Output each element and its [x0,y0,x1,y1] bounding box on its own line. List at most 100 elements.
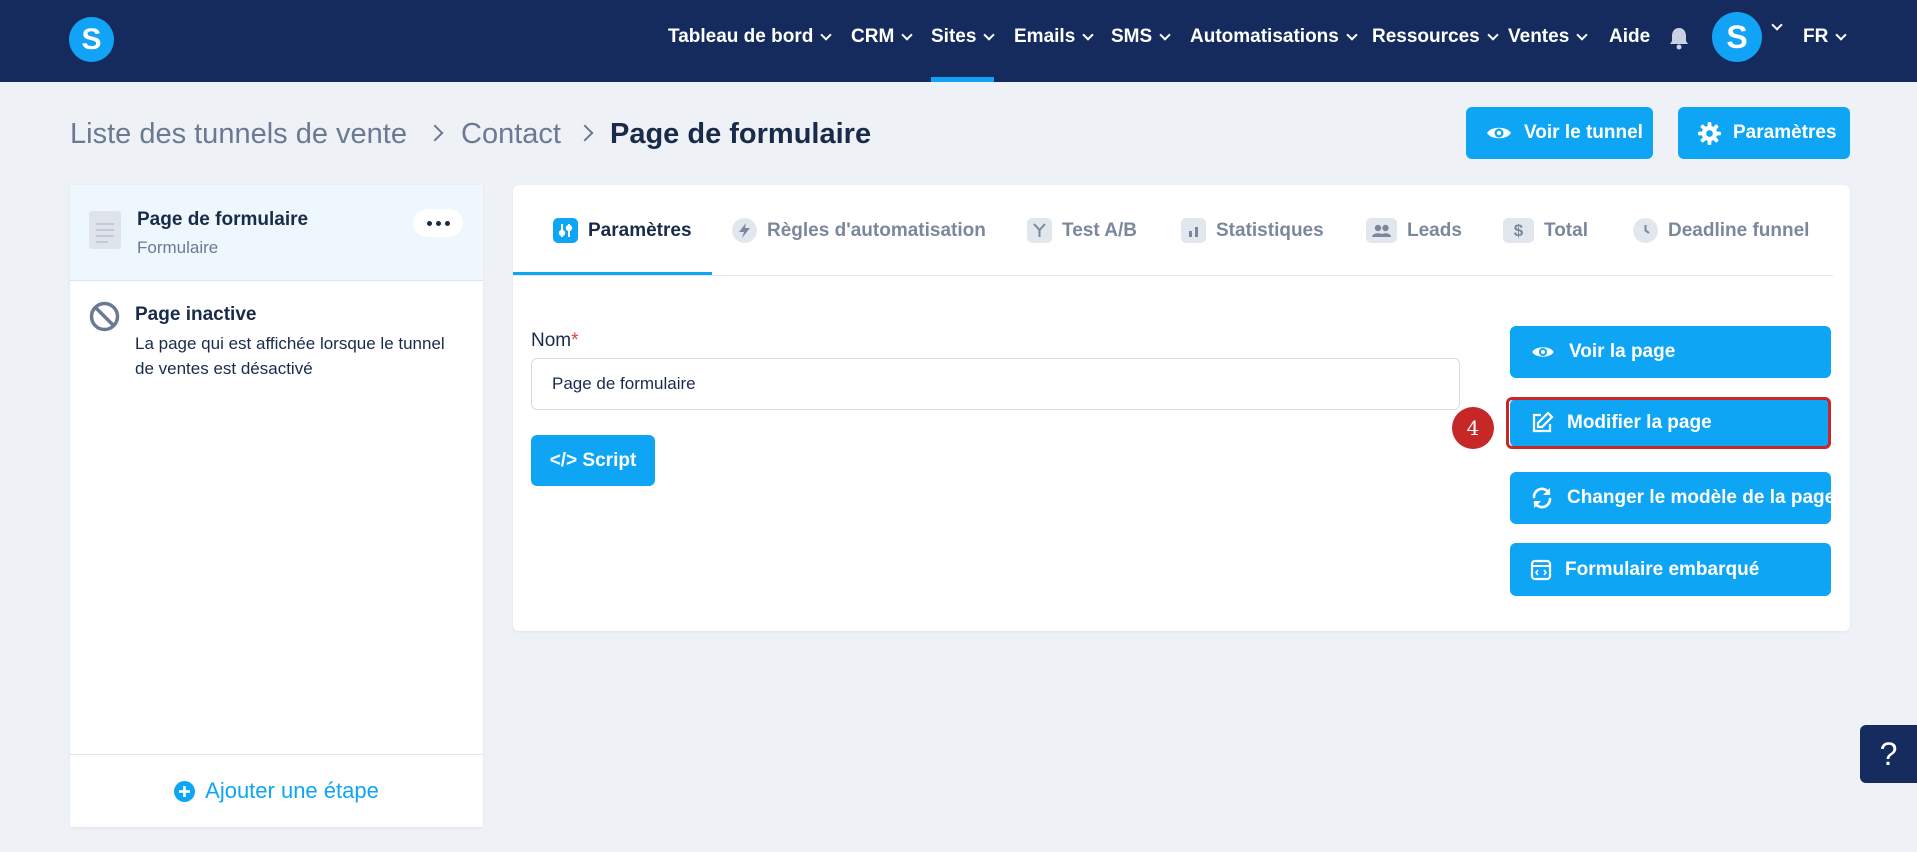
settings-label: Paramètres [1733,122,1837,143]
funnel-settings-button[interactable]: Paramètres [1678,107,1850,159]
nav-item-sms[interactable]: SMS [1111,26,1171,48]
clock-icon [1633,218,1658,243]
bolt-icon [732,218,757,243]
view-page-label: Voir la page [1569,341,1676,362]
nav-label: CRM [851,26,895,47]
more-options-icon[interactable] [413,209,463,237]
nav-label: Aide [1609,26,1651,47]
view-funnel-label: Voir le tunnel [1524,122,1643,143]
chevron-down-icon [820,28,833,41]
nav-item-crm[interactable]: CRM [851,26,913,48]
language-selector[interactable]: FR [1803,26,1847,48]
chevron-down-icon [1159,28,1171,41]
step-title: Page de formulaire [137,209,309,230]
tab-deadline-funnel[interactable]: Deadline funnel [1633,218,1809,243]
chevron-down-icon [983,28,996,41]
help-button[interactable]: ? [1860,725,1917,783]
tab-label: Règles d'automatisation [767,219,986,241]
script-button[interactable]: </> Script [531,435,655,486]
inactive-page-description: La page qui est affichée lorsque le tunn… [135,334,445,378]
language-label: FR [1803,26,1829,47]
refresh-icon [1532,487,1552,509]
code-window-icon [1530,559,1552,580]
nav-item-help[interactable]: Aide [1609,26,1650,48]
tab-statistics[interactable]: Statistiques [1181,218,1324,243]
eye-icon [1487,127,1511,139]
eye-icon [1532,347,1554,357]
add-step-label: Ajouter une étape [205,778,379,803]
edit-page-button[interactable]: Modifier la page [1510,399,1831,447]
tab-label: Paramètres [588,219,692,241]
nav-item-dashboard[interactable]: Tableau de bord [668,26,833,48]
step-item-form-page[interactable]: Page de formulaire Formulaire [70,185,483,281]
view-page-button[interactable]: Voir la page [1510,326,1831,378]
required-mark: * [571,330,579,351]
tab-ab-test[interactable]: Test A/B [1027,218,1137,243]
split-icon [1027,218,1052,243]
nav-item-emails[interactable]: Emails [1014,26,1094,48]
tab-leads[interactable]: Leads [1366,218,1462,243]
nav-label: Ventes [1508,26,1570,47]
nav-label: Automatisations [1190,26,1339,47]
top-navbar: S Tableau de bord CRM Sites Emails SMS A… [0,0,1917,82]
name-input[interactable] [531,358,1460,410]
nav-item-automations[interactable]: Automatisations [1190,26,1358,48]
breadcrumb-funnel-list[interactable]: Liste des tunnels de vente [70,118,407,151]
chevron-down-icon [1835,28,1847,41]
tab-label: Leads [1407,219,1462,241]
tab-automation-rules[interactable]: Règles d'automatisation [732,218,986,243]
chevron-down-icon [901,28,913,41]
embedded-form-button[interactable]: Formulaire embarqué [1510,543,1831,596]
tab-label: Test A/B [1062,219,1137,241]
help-icon: ? [1879,735,1898,772]
tab-label: Deadline funnel [1668,219,1810,241]
page-title: Page de formulaire [610,118,872,150]
add-step-button[interactable]: Ajouter une étape [70,754,483,827]
change-template-label: Changer le modèle de la page [1567,487,1836,508]
tab-settings[interactable]: Paramètres [553,218,692,243]
tab-total[interactable]: $ Total [1503,218,1588,243]
nav-label: Ressources [1372,26,1480,47]
view-funnel-button[interactable]: Voir le tunnel [1466,107,1653,159]
chevron-right-icon [426,124,444,142]
bar-chart-icon [1181,218,1206,243]
chevron-right-icon [576,124,594,142]
active-nav-indicator [931,77,994,82]
inactive-page-title[interactable]: Page inactive [135,304,256,326]
edit-page-label: Modifier la page [1567,412,1712,433]
plus-circle-icon [174,780,196,802]
tabs-divider [513,275,1833,276]
breadcrumb-contact[interactable]: Contact [461,118,561,151]
chevron-down-icon [1082,28,1094,41]
chevron-down-icon [1576,28,1588,41]
nav-item-sites[interactable]: Sites [931,26,996,48]
nav-label: SMS [1111,26,1153,47]
avatar-menu-toggle[interactable] [1771,19,1783,31]
chevron-down-icon [1487,28,1499,41]
step-number-badge: 4 [1452,407,1494,449]
nav-label: Tableau de bord [668,26,814,47]
chevron-down-icon [1346,28,1358,41]
change-template-button[interactable]: Changer le modèle de la page [1510,472,1835,524]
dollar-icon: $ [1503,218,1534,243]
step-subtitle: Formulaire [137,238,219,257]
script-button-label: </> Script [549,449,637,471]
edit-icon [1532,411,1554,433]
bell-icon[interactable] [1668,26,1690,50]
nav-item-sales[interactable]: Ventes [1508,26,1588,48]
funnel-steps-panel: Page de formulaire Formulaire Page inact… [70,185,483,827]
document-icon [89,211,121,249]
sliders-icon [553,218,578,243]
users-icon [1366,218,1397,243]
nav-label: Sites [931,26,977,47]
user-avatar[interactable]: S [1712,12,1762,62]
tab-label: Total [1544,219,1588,241]
embedded-form-label: Formulaire embarqué [1565,558,1760,580]
active-tab-indicator [513,272,712,275]
ban-icon [89,301,120,332]
app-logo[interactable]: S [69,17,114,62]
name-field-label: Nom* [531,330,579,351]
nav-item-resources[interactable]: Ressources [1372,26,1499,48]
nav-label: Emails [1014,26,1076,47]
chevron-down-icon [1771,19,1783,31]
